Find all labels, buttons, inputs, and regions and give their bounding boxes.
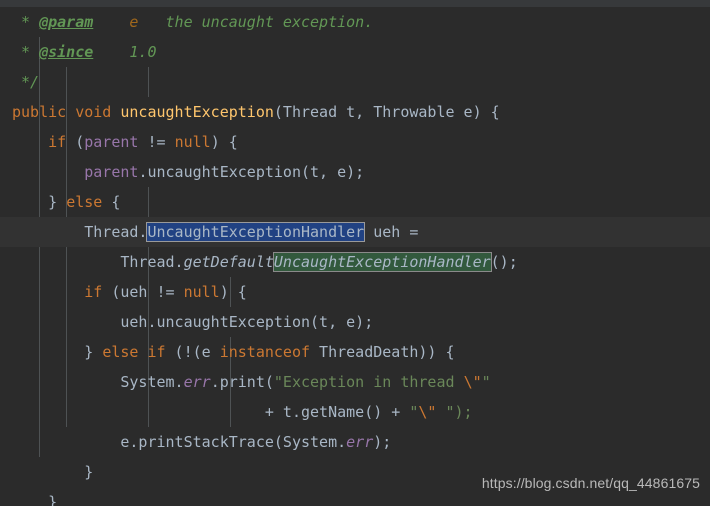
concat-expression: + t.getName() + bbox=[264, 403, 410, 421]
method-call: ueh.uncaughtException(t, e); bbox=[120, 313, 374, 331]
javadoc-star: * bbox=[12, 43, 40, 61]
code-line[interactable]: */ bbox=[0, 67, 710, 97]
static-method-prefix: getDefault bbox=[183, 253, 274, 271]
keyword-if: if bbox=[84, 283, 103, 301]
javadoc-close: */ bbox=[12, 73, 40, 91]
code-line[interactable]: if (parent != null) { bbox=[0, 127, 710, 157]
code-line[interactable]: public void uncaughtException(Thread t, … bbox=[0, 97, 710, 127]
brace-close: } bbox=[84, 343, 103, 361]
keyword-null: null bbox=[183, 283, 220, 301]
method-name: uncaughtException bbox=[120, 103, 274, 121]
code-line[interactable]: * @since 1.0 bbox=[0, 37, 710, 67]
string-escape: \" bbox=[418, 403, 437, 421]
call-parens: (); bbox=[490, 253, 518, 271]
javadoc-gap bbox=[93, 43, 129, 61]
brace-close: } bbox=[84, 463, 94, 481]
paren-close: ) { bbox=[210, 133, 238, 151]
code-line[interactable]: System.err.print("Exception in thread \"… bbox=[0, 367, 710, 397]
variable-declaration: ueh = bbox=[364, 223, 419, 241]
condition-open: (ueh != bbox=[102, 283, 184, 301]
javadoc-tag-since: @since bbox=[39, 43, 94, 61]
printstacktrace-call: e.printStackTrace(System. bbox=[120, 433, 347, 451]
system-class: System. bbox=[120, 373, 184, 391]
javadoc-since-value: 1.0 bbox=[129, 43, 157, 61]
type-prefix: Thread. bbox=[120, 253, 184, 271]
condition-close: ) { bbox=[219, 283, 247, 301]
keyword-else: else bbox=[102, 343, 139, 361]
field-err: err bbox=[346, 433, 374, 451]
paren-open: ( bbox=[66, 133, 85, 151]
string-literal: "Exception in thread bbox=[273, 373, 464, 391]
method-parameters: (Thread t, Throwable e) { bbox=[273, 103, 500, 121]
code-line[interactable]: + t.getName() + "\" "); bbox=[0, 397, 710, 427]
brace-close: } bbox=[48, 493, 58, 506]
code-line[interactable]: if (ueh != null) { bbox=[0, 277, 710, 307]
code-line[interactable]: Thread.getDefaultUncaughtExceptionHandle… bbox=[0, 247, 710, 277]
operator-not-equal: != bbox=[138, 133, 175, 151]
code-line[interactable]: } else if (!(e instanceof ThreadDeath)) … bbox=[0, 337, 710, 367]
brace-open: { bbox=[102, 193, 121, 211]
string-literal-close: "); bbox=[436, 403, 473, 421]
javadoc-tag-param: @param bbox=[39, 13, 94, 31]
code-line[interactable]: ueh.uncaughtException(t, e); bbox=[0, 307, 710, 337]
method-call: .uncaughtException(t, e); bbox=[138, 163, 365, 181]
keyword-if: if bbox=[48, 133, 67, 151]
javadoc-description: the uncaught exception. bbox=[165, 13, 374, 31]
method-modifiers: public void bbox=[12, 103, 121, 121]
string-literal-end: " bbox=[481, 373, 491, 391]
editor-top-edge-strip bbox=[0, 0, 710, 7]
print-call: .print( bbox=[210, 373, 274, 391]
string-escape: \" bbox=[463, 373, 482, 391]
code-line[interactable]: } else { bbox=[0, 187, 710, 217]
field-parent: parent bbox=[84, 163, 139, 181]
javadoc-gap-2 bbox=[138, 13, 165, 31]
code-lines: * @param e the uncaught exception. * @si… bbox=[0, 7, 710, 506]
selected-text[interactable]: UncaughtExceptionHandler bbox=[146, 222, 366, 242]
brace-close: } bbox=[48, 193, 67, 211]
javadoc-star: * bbox=[12, 13, 40, 31]
code-line[interactable]: * @param e the uncaught exception. bbox=[0, 7, 710, 37]
keyword-else: else bbox=[66, 193, 103, 211]
watermark-url: https://blog.csdn.net/qq_44861675 bbox=[481, 475, 700, 491]
field-err: err bbox=[183, 373, 211, 391]
type-prefix: Thread. bbox=[84, 223, 148, 241]
field-parent: parent bbox=[84, 133, 139, 151]
code-line[interactable]: e.printStackTrace(System.err); bbox=[0, 427, 710, 457]
javadoc-gap bbox=[93, 13, 129, 31]
type-threaddeath: ThreadDeath)) { bbox=[310, 343, 455, 361]
code-editor[interactable]: * @param e the uncaught exception. * @si… bbox=[0, 0, 710, 506]
condition-open: (!(e bbox=[165, 343, 220, 361]
search-match-highlight[interactable]: UncaughtExceptionHandler bbox=[272, 252, 492, 272]
keyword-null: null bbox=[174, 133, 211, 151]
keyword-if: if bbox=[147, 343, 166, 361]
call-close: ); bbox=[373, 433, 392, 451]
keyword-instanceof: instanceof bbox=[219, 343, 311, 361]
code-line[interactable]: parent.uncaughtException(t, e); bbox=[0, 157, 710, 187]
code-line-current[interactable]: Thread.UncaughtExceptionHandler ueh = bbox=[0, 217, 710, 247]
